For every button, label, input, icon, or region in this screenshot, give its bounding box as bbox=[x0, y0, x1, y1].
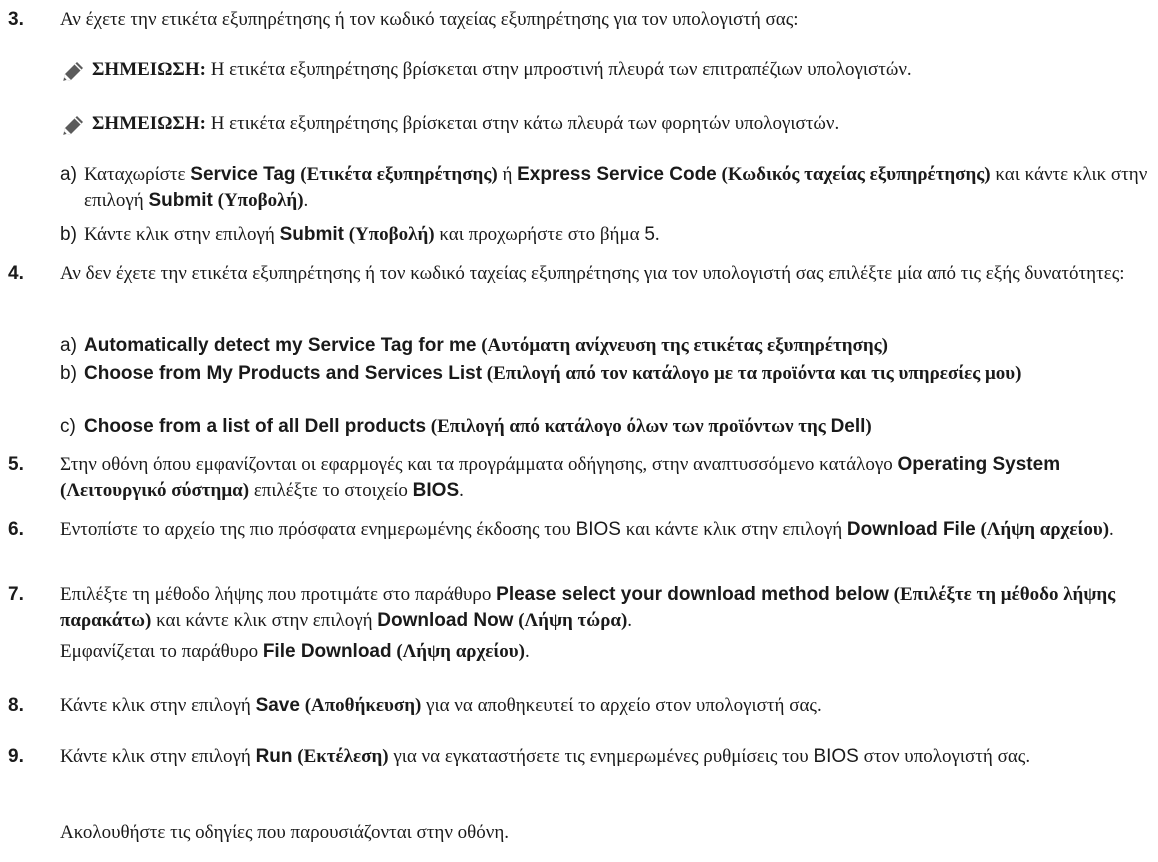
ui-term-auto-detect: Automatically detect my Service Tag for … bbox=[84, 335, 477, 356]
text: για να αποθηκευτεί το αρχείο στον υπολογ… bbox=[421, 695, 822, 716]
text: Κάντε κλικ στην επιλογή bbox=[84, 224, 280, 245]
step-number: 3. bbox=[8, 9, 24, 30]
text: και προχωρήστε στο βήμα bbox=[434, 224, 645, 245]
step-7-result: Εμφανίζεται το παράθυρο File Download (Λ… bbox=[60, 639, 1148, 665]
translation: (Λειτουργικό σύστημα) bbox=[60, 480, 250, 501]
text: Εντοπίστε το αρχείο της πιο πρόσφατα ενη… bbox=[60, 519, 576, 540]
step-3: 3. Αν έχετε την ετικέτα εξυπηρέτησης ή τ… bbox=[8, 7, 1148, 33]
substep-label: c) bbox=[60, 416, 76, 437]
step-text: Αν δεν έχετε την ετικέτα εξυπηρέτησης ή … bbox=[60, 263, 1125, 284]
ui-term-submit: Submit bbox=[148, 190, 213, 211]
ui-term-download-file: Download File bbox=[846, 519, 976, 540]
text: Κάντε κλικ στην επιλογή bbox=[60, 695, 256, 716]
text: Κάντε κλικ στην επιλογή bbox=[60, 746, 256, 767]
substep-label: b) bbox=[60, 224, 77, 245]
translation: (Αποθήκευση) bbox=[299, 695, 422, 716]
substep-label: a) bbox=[60, 164, 77, 185]
substep-3a: a) Καταχωρίστε Service Tag (Ετικέτα εξυπ… bbox=[60, 162, 1148, 214]
text: Επιλέξτε τη μέθοδο λήψης που προτιμάτε σ… bbox=[60, 584, 497, 605]
translation: (Υποβολή) bbox=[212, 190, 304, 211]
step-5: 5. Στην οθόνη όπου εμφανίζονται οι εφαρμ… bbox=[8, 452, 1148, 504]
note-laptop: ΣΗΜΕΙΩΣΗ: Η ετικέτα εξυπηρέτησης βρίσκετ… bbox=[60, 111, 1152, 137]
text: στον υπολογιστή σας. bbox=[858, 746, 1031, 767]
substep-label: a) bbox=[60, 335, 77, 356]
ui-term-my-products: Choose from My Products and Services Lis… bbox=[84, 363, 483, 384]
note-pencil-icon bbox=[60, 113, 86, 139]
step-number: 6. bbox=[8, 519, 24, 540]
step-number: 7. bbox=[8, 584, 24, 605]
text: . bbox=[524, 641, 530, 662]
ui-term-all-dell-products: Choose from a list of all Dell products bbox=[84, 416, 427, 437]
translation: (Υποβολή) bbox=[343, 224, 435, 245]
ui-term-download-now: Download Now bbox=[377, 610, 514, 631]
translation: (Ετικέτα εξυπηρέτησης) bbox=[295, 164, 498, 185]
ui-term-save: Save bbox=[255, 695, 300, 716]
step-reference: 5 bbox=[644, 224, 655, 245]
option-4b: b) Choose from My Products and Services … bbox=[60, 361, 1148, 387]
step-number: 9. bbox=[8, 746, 24, 767]
substep-3b: b) Κάντε κλικ στην επιλογή Submit (Υποβο… bbox=[60, 222, 1148, 248]
step-text: Αν έχετε την ετικέτα εξυπηρέτησης ή τον … bbox=[60, 9, 799, 30]
text: ή bbox=[497, 164, 518, 185]
option-4c: c) Choose from a list of all Dell produc… bbox=[60, 414, 1148, 440]
text: . bbox=[627, 610, 633, 631]
text: για να εγκαταστήσετε τις ενημερωμένες ρυ… bbox=[388, 746, 814, 767]
text: . bbox=[303, 190, 309, 211]
step-8: 8. Κάντε κλικ στην επιλογή Save (Αποθήκε… bbox=[8, 693, 1148, 719]
note-text: Η ετικέτα εξυπηρέτησης βρίσκεται στην κά… bbox=[205, 113, 840, 134]
translation: (Επιλογή από κατάλογο όλων των προϊόντων… bbox=[426, 416, 831, 437]
text: Στην οθόνη όπου εμφανίζονται οι εφαρμογέ… bbox=[60, 454, 898, 475]
ui-term-run: Run bbox=[255, 746, 293, 767]
step-number: 4. bbox=[8, 263, 24, 284]
note-pencil-icon bbox=[60, 59, 86, 85]
step-9-result: Ακολουθήστε τις οδηγίες που παρουσιάζοντ… bbox=[60, 822, 510, 843]
text: και κάντε κλικ στην επιλογή bbox=[151, 610, 378, 631]
note-text: Η ετικέτα εξυπηρέτησης βρίσκεται στην μπ… bbox=[205, 59, 912, 80]
translation: (Λήψη αρχείου) bbox=[975, 519, 1110, 540]
translation: (Κωδικός ταχείας εξυπηρέτησης) bbox=[716, 164, 991, 185]
brand-dell: Dell bbox=[830, 416, 866, 437]
step-number: 5. bbox=[8, 454, 24, 475]
step-4: 4. Αν δεν έχετε την ετικέτα εξυπηρέτησης… bbox=[8, 261, 1148, 287]
translation: (Εκτέλεση) bbox=[292, 746, 389, 767]
ui-term-service-tag: Service Tag bbox=[190, 164, 296, 185]
translation: ) bbox=[865, 416, 872, 437]
translation: (Αυτόματη ανίχνευση της ετικέτας εξυπηρέ… bbox=[476, 335, 888, 356]
term-bios: BIOS bbox=[813, 746, 859, 767]
note-label: ΣΗΜΕΙΩΣΗ: bbox=[92, 59, 206, 80]
ui-term-submit: Submit bbox=[279, 224, 344, 245]
text: . bbox=[654, 224, 660, 245]
term-bios: BIOS bbox=[575, 519, 621, 540]
ui-term-express-service-code: Express Service Code bbox=[517, 164, 717, 185]
text: Καταχωρίστε bbox=[84, 164, 191, 185]
ui-term-file-download: File Download bbox=[262, 641, 392, 662]
text: . bbox=[459, 480, 464, 501]
text: Εμφανίζεται το παράθυρο bbox=[60, 641, 263, 662]
translation: (Επιλογή από τον κατάλογο με τα προϊόντα… bbox=[482, 363, 1022, 384]
ui-term-operating-system: Operating System bbox=[897, 454, 1061, 475]
step-7: 7. Επιλέξτε τη μέθοδο λήψης που προτιμάτ… bbox=[8, 582, 1148, 634]
option-4a: a) Automatically detect my Service Tag f… bbox=[60, 333, 1148, 359]
note-desktop: ΣΗΜΕΙΩΣΗ: Η ετικέτα εξυπηρέτησης βρίσκετ… bbox=[60, 57, 1152, 83]
text: επιλέξτε το στοιχείο bbox=[249, 480, 413, 501]
translation: (Λήψη αρχείου) bbox=[391, 641, 525, 662]
step-9: 9. Κάντε κλικ στην επιλογή Run (Εκτέλεση… bbox=[8, 744, 1148, 770]
ui-term-bios: BIOS bbox=[412, 480, 460, 501]
translation: (Λήψη τώρα) bbox=[513, 610, 628, 631]
substep-label: b) bbox=[60, 363, 77, 384]
note-label: ΣΗΜΕΙΩΣΗ: bbox=[92, 113, 206, 134]
step-6: 6. Εντοπίστε το αρχείο της πιο πρόσφατα … bbox=[8, 517, 1148, 543]
text: . bbox=[1109, 519, 1114, 540]
text: και κάντε κλικ στην επιλογή bbox=[620, 519, 847, 540]
step-number: 8. bbox=[8, 695, 24, 716]
ui-term-select-download-method: Please select your download method below bbox=[496, 584, 889, 605]
